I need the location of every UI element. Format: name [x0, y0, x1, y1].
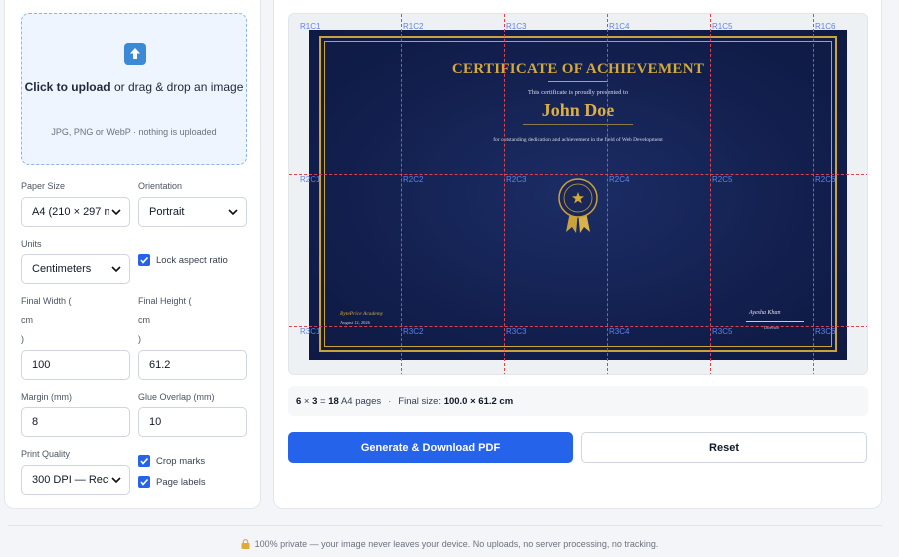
- orientation-label: Orientation: [138, 181, 183, 191]
- final-width-label: Final Width (: [21, 296, 72, 306]
- upload-dropzone[interactable]: Click to upload or drag & drop an image …: [21, 13, 247, 165]
- page-label: R1C4: [609, 22, 630, 31]
- page-label: R3C3: [506, 327, 527, 336]
- print-quality-select[interactable]: 300 DPI — Recommended: [21, 465, 130, 495]
- page-label: R1C1: [300, 22, 321, 31]
- lock-icon: [241, 539, 250, 549]
- margin-input[interactable]: 8: [21, 407, 130, 437]
- reset-button[interactable]: Reset: [581, 432, 867, 463]
- summary-pages: 18: [328, 395, 339, 407]
- orientation-select[interactable]: Portrait: [138, 197, 247, 227]
- certificate-date: August 12, 2026: [340, 320, 370, 325]
- page-label: R3C1: [300, 327, 321, 336]
- glue-overlap-label: Glue Overlap (mm): [138, 392, 215, 402]
- tile-boundary-vertical: [710, 14, 711, 374]
- print-quality-label: Print Quality: [21, 449, 71, 459]
- page-label: R2C5: [712, 175, 733, 184]
- summary-rows: 3: [312, 395, 318, 407]
- final-height-input[interactable]: 61.2: [138, 350, 247, 380]
- tile-preview: CERTIFICATE OF ACHIEVEMENT This certific…: [288, 13, 868, 375]
- tile-boundary-horizontal: [289, 326, 867, 327]
- upload-title: Click to upload or drag & drop an image: [24, 80, 244, 94]
- summary-paper: A4 pages: [340, 395, 382, 407]
- page-label: R1C3: [506, 22, 527, 31]
- page-label: R2C3: [506, 175, 527, 184]
- upload-note: JPG, PNG or WebP · nothing is uploaded: [51, 127, 217, 137]
- award-seal-icon: [558, 178, 598, 233]
- final-width-paren: ): [21, 334, 24, 344]
- glue-overlap-input[interactable]: 10: [138, 407, 247, 437]
- generate-pdf-button[interactable]: Generate & Download PDF: [288, 432, 573, 463]
- certificate-image: CERTIFICATE OF ACHIEVEMENT This certific…: [309, 30, 847, 360]
- name-underline: [523, 124, 633, 125]
- title-underline: [548, 81, 608, 82]
- tile-boundary-vertical: [607, 14, 608, 374]
- chevron-down-icon: [228, 209, 238, 216]
- page-label: R3C5: [712, 327, 733, 336]
- page-label: R1C2: [403, 22, 424, 31]
- paper-size-label: Paper Size: [21, 181, 66, 191]
- final-width-unit: cm: [21, 315, 33, 325]
- recipient-name: John Doe: [541, 100, 615, 120]
- tile-boundary-vertical: [504, 14, 505, 374]
- final-size-label: Final size:: [398, 395, 442, 407]
- privacy-text: 100% private — your image never leaves y…: [254, 539, 659, 549]
- units-label: Units: [21, 239, 42, 249]
- page-label: R1C6: [815, 22, 836, 31]
- page-label: R2C4: [609, 175, 630, 184]
- certificate-title: CERTIFICATE OF ACHIEVEMENT: [451, 61, 705, 77]
- summary-cols: 6: [296, 395, 302, 407]
- final-height-paren: ): [138, 334, 141, 344]
- chevron-down-icon: [111, 266, 121, 273]
- final-height-label: Final Height (: [138, 296, 192, 306]
- checkmark-icon: [138, 254, 150, 266]
- checkmark-icon: [138, 476, 150, 488]
- tile-summary: 6 × 3 = 18 A4 pages · Final size: 100.0 …: [288, 386, 868, 416]
- certificate-subtitle: This certificate is proudly presented to: [527, 89, 629, 96]
- page-label: R3C2: [403, 327, 424, 336]
- certificate-description: for outstanding dedication and achieveme…: [493, 137, 663, 143]
- final-width-input[interactable]: 100: [21, 350, 130, 380]
- checkmark-icon: [138, 455, 150, 467]
- signature: Ayesha Khan: [749, 310, 781, 316]
- page-label: R2C6: [815, 175, 836, 184]
- upload-arrow-icon: [124, 43, 146, 65]
- crop-marks-checkbox[interactable]: Crop marks: [138, 455, 205, 467]
- settings-panel: Click to upload or drag & drop an image …: [4, 0, 261, 509]
- margin-label: Margin (mm): [21, 392, 72, 402]
- page-label: R2C2: [403, 175, 424, 184]
- page-labels-checkbox[interactable]: Page labels: [138, 476, 206, 488]
- tile-boundary-vertical: [813, 14, 814, 374]
- page-label: R3C4: [609, 327, 630, 336]
- preview-panel: CERTIFICATE OF ACHIEVEMENT This certific…: [273, 0, 882, 509]
- final-size-value: 100.0 × 61.2 cm: [443, 395, 514, 407]
- tile-boundary-horizontal: [289, 174, 867, 175]
- signature-line: [746, 321, 804, 322]
- final-height-unit: cm: [138, 315, 150, 325]
- page-label: R2C1: [300, 175, 321, 184]
- footer-divider: [8, 525, 882, 526]
- units-select[interactable]: Centimeters: [21, 254, 130, 284]
- page-label: R3C6: [815, 327, 836, 336]
- privacy-footer: 100% private — your image never leaves y…: [0, 539, 899, 549]
- paper-size-select[interactable]: A4 (210 × 297 mm): [21, 197, 130, 227]
- organization-name: BytePrice Academy: [340, 311, 384, 317]
- tile-boundary-vertical: [401, 14, 402, 374]
- chevron-down-icon: [111, 209, 121, 216]
- chevron-down-icon: [111, 477, 121, 484]
- page-label: R1C5: [712, 22, 733, 31]
- lock-aspect-checkbox[interactable]: Lock aspect ratio: [138, 254, 228, 266]
